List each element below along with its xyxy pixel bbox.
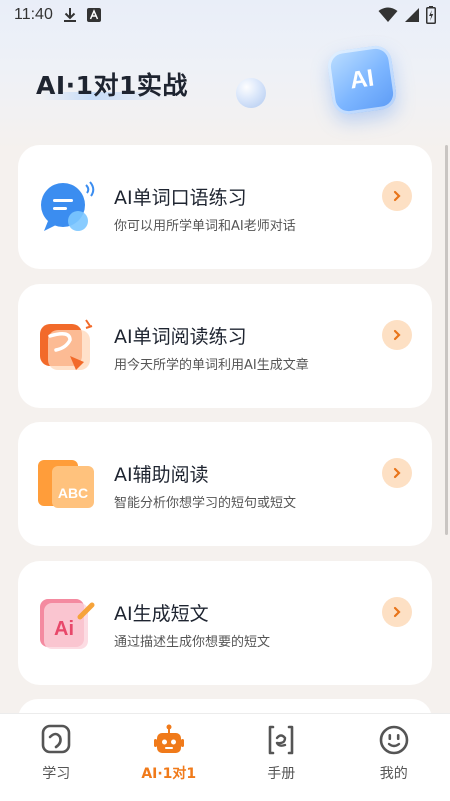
ai-badge-text: AI — [348, 64, 376, 95]
wifi-icon — [378, 7, 398, 22]
scrollbar[interactable] — [445, 145, 448, 535]
svg-text:ABC: ABC — [58, 485, 88, 501]
battery-icon — [426, 6, 436, 24]
tab-ai-one-on-one[interactable]: AI·1对1 — [113, 714, 226, 801]
card-ai-generate-essay[interactable]: Ai AI生成短文 通过描述生成你想要的短文 — [18, 561, 432, 685]
decorative-bubble — [236, 78, 266, 108]
card-desc: 通过描述生成你想要的短文 — [114, 635, 271, 650]
card-desc: 智能分析你想学习的短句或短文 — [114, 496, 297, 511]
card-ai-reading-practice[interactable]: AI单词阅读练习 用今天所学的单词利用AI生成文章 — [18, 284, 432, 408]
card-ai-assisted-reading[interactable]: ABC AI辅助阅读 智能分析你想学习的短句或短文 — [18, 422, 432, 546]
download-icon — [63, 8, 76, 22]
card-desc: 用今天所学的单词利用AI生成文章 — [114, 358, 309, 373]
status-time: 11:40 — [14, 6, 53, 23]
svg-text:Ai: Ai — [54, 618, 74, 640]
study-icon — [41, 724, 71, 754]
pen-book-icon — [40, 319, 93, 370]
bottom-tab-bar: 学习 AI·1对1 手册 我的 — [0, 713, 450, 801]
a-icon — [86, 8, 101, 22]
chat-bubble-icon — [41, 181, 95, 231]
chevron-right-icon[interactable] — [382, 320, 412, 350]
signal-icon — [405, 8, 419, 22]
card-title: AI辅助阅读 — [114, 464, 209, 486]
chevron-right-icon[interactable] — [382, 458, 412, 488]
profile-icon — [379, 725, 409, 755]
abc-book-icon: ABC — [38, 460, 94, 508]
card-title: AI生成短文 — [114, 603, 209, 625]
tab-study[interactable]: 学习 — [0, 714, 113, 801]
page-title: AI·1对1实战 — [36, 71, 188, 100]
tab-label: 手册 — [267, 766, 296, 782]
chevron-right-icon[interactable] — [382, 181, 412, 211]
ai-notebook-icon: Ai — [40, 599, 95, 649]
tab-label: 我的 — [379, 766, 408, 782]
tab-handbook[interactable]: 手册 — [225, 714, 338, 801]
tab-label: AI·1对1 — [141, 766, 197, 782]
chevron-right-icon[interactable] — [382, 597, 412, 627]
card-title: AI单词阅读练习 — [114, 326, 247, 348]
card-title: AI单词口语练习 — [114, 187, 247, 209]
card-desc: 你可以用所学单词和AI老师对话 — [114, 219, 296, 234]
status-bar: 11:40 — [0, 0, 450, 30]
card-ai-speaking-practice[interactable]: AI单词口语练习 你可以用所学单词和AI老师对话 — [18, 145, 432, 269]
tab-label: 学习 — [42, 766, 71, 782]
tab-mine[interactable]: 我的 — [338, 714, 450, 801]
handbook-icon — [268, 725, 294, 755]
ai-badge-icon: AI — [325, 43, 399, 117]
robot-icon — [153, 724, 184, 753]
